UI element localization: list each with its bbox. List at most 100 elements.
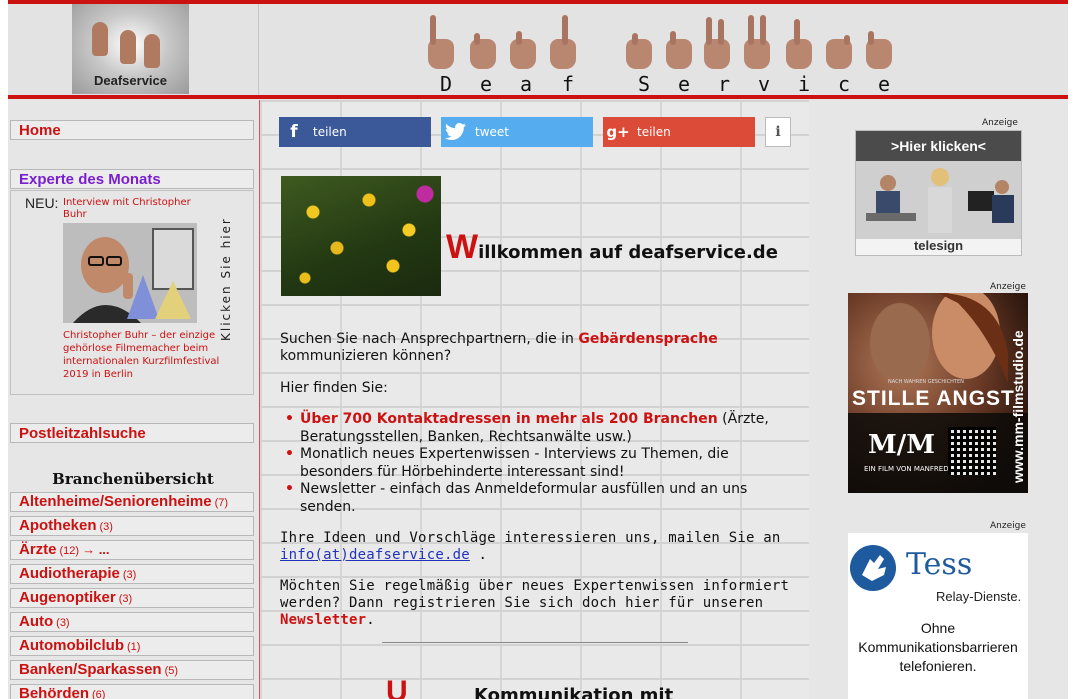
expert-photo[interactable] xyxy=(63,223,197,323)
expert-caption: Christopher Buhr – der einzige gehörlose… xyxy=(63,330,220,380)
newsletter-link[interactable]: Newsletter xyxy=(280,612,366,628)
branch-count: (3) xyxy=(118,593,133,605)
googleplus-share-label: teilen xyxy=(637,125,671,139)
tess-hand-icon xyxy=(850,545,896,591)
branch-count: (3) xyxy=(99,521,113,533)
list-item-text: Newsletter - einfach das Anmeldeformular… xyxy=(300,481,748,515)
ads-column: Anzeige >Hier klicken< telesign Anzeige xyxy=(809,100,1068,699)
bottom-heading-initial: U xyxy=(386,675,408,699)
branch-more[interactable]: → ... xyxy=(82,542,109,557)
share-info-button[interactable]: i xyxy=(765,117,791,147)
expert-interview-link[interactable]: Interview mit Christopher Buhr xyxy=(63,197,213,221)
branch-item[interactable]: Apotheken (3) xyxy=(10,516,254,536)
sign-language-link[interactable]: Gebärdensprache xyxy=(578,331,717,347)
banner-letter: f xyxy=(562,72,575,96)
logo-hand-icon xyxy=(144,34,160,68)
sign-hand-icon xyxy=(864,14,894,69)
tess-claim-line: Kommunikationsbarrieren xyxy=(858,639,1018,655)
googleplus-icon: g+ xyxy=(606,123,630,141)
twitter-share-button[interactable]: tweet xyxy=(441,117,593,147)
branch-item[interactable]: Banken/Sparkassen (5) xyxy=(10,660,254,680)
branch-count: (5) xyxy=(164,665,179,677)
banner-letter: i xyxy=(798,72,811,96)
branch-item[interactable]: Behörden (6) xyxy=(10,684,254,699)
sign-hand-icon xyxy=(742,14,772,69)
googleplus-share-button[interactable]: g+ teilen xyxy=(603,117,755,147)
tess-claim-line: telefonieren. xyxy=(899,658,977,674)
branch-count: (7) xyxy=(214,497,229,509)
ideas-paragraph: Ihre Ideen und Vorschläge interessieren … xyxy=(280,530,800,564)
nav-plz-search[interactable]: Postleitzahlsuche xyxy=(10,423,254,443)
twitter-share-label: tweet xyxy=(475,125,509,139)
branch-name: Banken/Sparkassen xyxy=(19,661,162,678)
film-ad-url: www.mm-filmstudio.de xyxy=(1010,330,1026,483)
sign-hand-icon xyxy=(426,14,456,69)
branch-name: Altenheime/Seniorenheime xyxy=(19,493,212,510)
branch-name: Apotheken xyxy=(19,517,97,534)
qr-code-icon xyxy=(948,427,996,475)
new-label: NEU: xyxy=(25,195,59,211)
tess-claim-line: Ohne xyxy=(920,620,956,636)
list-item-text: Monatlich neues Expertenwissen - Intervi… xyxy=(300,446,729,480)
ad-label: Anzeige xyxy=(982,118,1018,128)
newsletter-text: Möchten Sie regelmäßig über neues Expert… xyxy=(280,578,790,611)
page: Deafservice D e a f S e r v i c e Home E… xyxy=(8,0,1068,699)
sign-hand-icon xyxy=(624,14,654,69)
film-ad-title: STILLE ANGST xyxy=(852,387,1015,410)
banner-letter: v xyxy=(758,72,771,96)
logo-cell: Deafservice xyxy=(8,4,259,95)
banner-letter: c xyxy=(838,72,851,96)
tess-brand: Tess xyxy=(906,547,973,582)
telesign-ad[interactable]: >Hier klicken< telesign xyxy=(855,130,1022,256)
branch-item[interactable]: Augenoptiker (3) xyxy=(10,588,254,608)
telesign-brand: telesign xyxy=(913,238,964,253)
branch-item[interactable]: Ärzte (12) → ... xyxy=(10,540,254,560)
branch-name: Audiotherapie xyxy=(19,565,120,582)
sign-hand-icon xyxy=(664,14,694,69)
ad-label: Anzeige xyxy=(990,282,1026,292)
nav-home[interactable]: Home xyxy=(10,120,254,140)
welcome-initial: W xyxy=(446,228,479,266)
telesign-ad-header: >Hier klicken< xyxy=(856,131,1021,161)
logo-text: Deafservice xyxy=(94,73,167,88)
sign-hand-icon xyxy=(784,14,814,69)
branch-item[interactable]: Altenheime/Seniorenheime (7) xyxy=(10,492,254,512)
logo-hand-icon xyxy=(92,22,108,56)
expert-teaser[interactable]: NEU: Interview mit Christopher Buhr Chri… xyxy=(10,190,254,395)
deafservice-logo[interactable]: Deafservice xyxy=(72,4,189,94)
logo-hand-icon xyxy=(120,30,136,64)
ideas-text: Ihre Ideen und Vorschläge interessieren … xyxy=(280,530,781,546)
divider xyxy=(382,642,688,643)
contact-addresses-link[interactable]: Über 700 Kontaktadressen in mehr als 200… xyxy=(300,411,718,427)
nav-expert-of-month[interactable]: Experte des Monats xyxy=(10,169,254,189)
film-ad[interactable]: NACH WAHREN GESCHICHTEN STILLE ANGST M/M… xyxy=(848,293,1028,493)
banner-letter: D xyxy=(440,72,453,96)
branch-count: (6) xyxy=(92,689,106,699)
tess-ad[interactable]: Tess Relay-Dienste. Ohne Kommunikationsb… xyxy=(848,533,1028,699)
branch-count: (3) xyxy=(56,617,70,629)
email-link[interactable]: info(at)deafservice.de xyxy=(280,547,470,563)
branch-name: Behörden xyxy=(19,685,90,699)
banner-letter: S xyxy=(638,72,651,96)
branch-count: (3) xyxy=(122,569,137,581)
ad-label: Anzeige xyxy=(990,521,1026,531)
branch-name: Ärzte xyxy=(19,541,57,558)
banner-letter: a xyxy=(520,72,533,96)
branch-item[interactable]: Audiotherapie (3) xyxy=(10,564,254,584)
sign-hand-icon xyxy=(508,14,538,69)
banner-letter: r xyxy=(718,72,731,96)
tess-claim: Ohne Kommunikationsbarrieren telefoniere… xyxy=(848,619,1028,676)
facebook-share-button[interactable]: f teilen xyxy=(279,117,431,147)
header-red-line xyxy=(8,95,1068,99)
welcome-heading: Willkommen auf deafservice.de xyxy=(446,228,778,267)
branch-item[interactable]: Automobilclub (1) xyxy=(10,636,254,656)
welcome-rest: illkommen auf deafservice.de xyxy=(478,242,778,263)
sign-hand-icon xyxy=(824,14,854,69)
list-item: Über 700 Kontaktadressen in mehr als 200… xyxy=(285,411,800,446)
telesign-ad-scene xyxy=(856,161,1021,239)
flower-image xyxy=(281,176,441,296)
click-here-vertical[interactable]: Klicken Sie hier xyxy=(219,217,233,341)
sign-hand-icon xyxy=(702,14,732,69)
branch-item[interactable]: Auto (3) xyxy=(10,612,254,632)
intro-text-2: kommunizieren können? xyxy=(280,348,452,364)
